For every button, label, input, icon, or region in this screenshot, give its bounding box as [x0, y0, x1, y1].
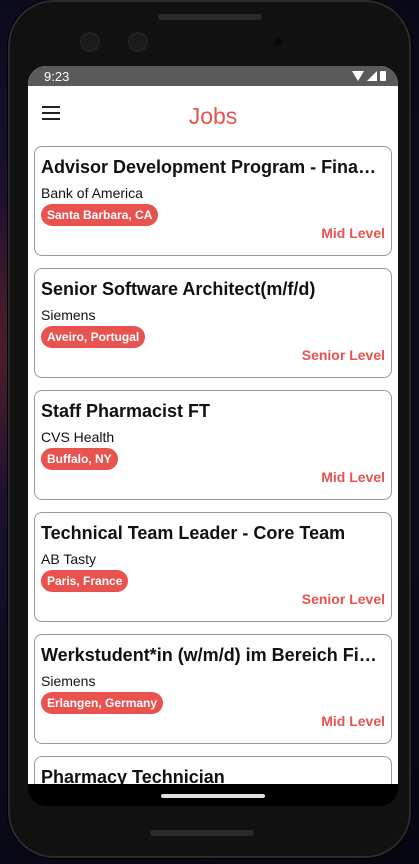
front-sensor-icon: [128, 32, 148, 52]
job-title: Werkstudent*in (w/m/d) im Bereich Fina…: [41, 645, 385, 665]
job-card[interactable]: Technical Team Leader - Core Team AB Tas…: [34, 512, 392, 622]
job-level: Mid Level: [321, 713, 385, 729]
proximity-sensor: [274, 38, 282, 46]
job-company: AB Tasty: [41, 551, 96, 567]
job-card[interactable]: Staff Pharmacist FT CVS Health Buffalo, …: [34, 390, 392, 500]
bottom-speaker: [150, 830, 254, 836]
job-level: Mid Level: [321, 469, 385, 485]
job-level: Senior Level: [301, 347, 385, 363]
job-location-badge: Buffalo, NY: [41, 448, 118, 470]
app-bar: Jobs: [28, 86, 398, 146]
wifi-icon: [352, 71, 364, 81]
job-level: Senior Level: [301, 591, 385, 607]
home-gesture-pill[interactable]: [161, 794, 265, 798]
job-title: Staff Pharmacist FT: [41, 401, 211, 421]
status-bar: 9:23: [28, 66, 398, 86]
signal-icon: [367, 71, 377, 81]
hamburger-menu-icon[interactable]: [42, 106, 60, 120]
job-title: Technical Team Leader - Core Team: [41, 523, 346, 543]
app-screen: 9:23 Jobs Advisor Development Program - …: [28, 66, 398, 784]
navigation-bar: [28, 784, 398, 806]
job-company: Bank of America: [41, 185, 143, 201]
job-card[interactable]: Senior Software Architect(m/f/d) Siemens…: [34, 268, 392, 378]
job-company: Siemens: [41, 307, 96, 323]
job-company: Siemens: [41, 673, 96, 689]
job-level: Mid Level: [321, 225, 385, 241]
job-title: Senior Software Architect(m/f/d): [41, 279, 316, 299]
job-card[interactable]: Werkstudent*in (w/m/d) im Bereich Fina… …: [34, 634, 392, 744]
job-card[interactable]: Pharmacy Technician: [34, 756, 392, 784]
status-time: 9:23: [44, 68, 70, 84]
page-title: Jobs: [188, 102, 238, 129]
job-list[interactable]: Advisor Development Program - Financi… B…: [28, 146, 398, 784]
status-icons: [352, 71, 386, 81]
job-location-badge: Paris, France: [41, 570, 129, 592]
job-title: Advisor Development Program - Financi…: [41, 157, 385, 177]
job-card[interactable]: Advisor Development Program - Financi… B…: [34, 146, 392, 256]
job-location-badge: Erlangen, Germany: [41, 692, 164, 714]
earpiece-speaker: [158, 14, 262, 20]
battery-icon: [380, 71, 386, 81]
job-company: CVS Health: [41, 429, 115, 445]
job-location-badge: Aveiro, Portugal: [41, 326, 146, 348]
job-location-badge: Santa Barbara, CA: [41, 204, 159, 226]
front-camera-icon: [80, 32, 100, 52]
job-title: Pharmacy Technician: [41, 767, 225, 784]
